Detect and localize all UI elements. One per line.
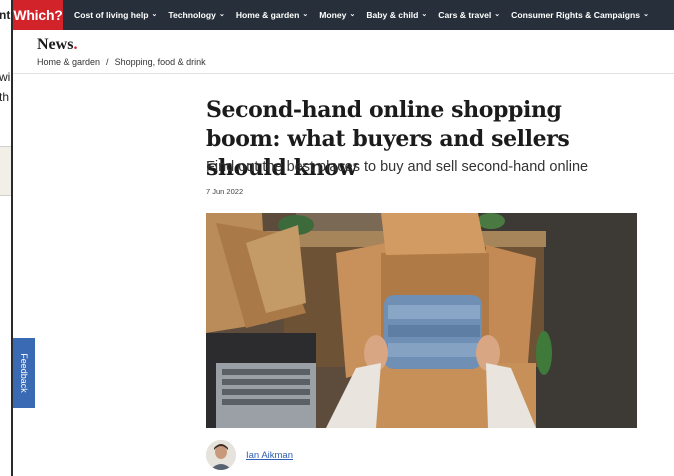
breadcrumb: Home & garden / Shopping, food & drink [37, 57, 206, 67]
nav-item-money[interactable]: Money ⌄ [319, 10, 355, 20]
chevron-down-icon: ⌄ [151, 11, 158, 18]
nav-item-baby-child[interactable]: Baby & child ⌄ [366, 10, 427, 20]
section-title-dot: . [73, 36, 78, 53]
author-avatar [206, 440, 236, 470]
feedback-label: Feedback [19, 353, 29, 393]
top-navigation: Which? Cost of living help ⌄ Technology ⌄ … [13, 0, 674, 30]
author-portrait [206, 440, 236, 470]
chevron-down-icon: ⌄ [349, 11, 356, 18]
breadcrumb-link-home-garden[interactable]: Home & garden [37, 57, 100, 67]
author-byline: Ian Aikman [206, 440, 293, 470]
chevron-down-icon: ⌄ [421, 11, 428, 18]
hero-photo-illustration [206, 213, 637, 428]
background-text-fragment: th [0, 90, 10, 104]
hero-image [206, 213, 637, 428]
background-window-edge: nt wi th [0, 0, 13, 476]
author-link[interactable]: Ian Aikman [246, 450, 293, 461]
browser-page: Which? Cost of living help ⌄ Technology ⌄ … [13, 0, 674, 476]
nav-item-cost-of-living[interactable]: Cost of living help ⌄ [74, 10, 157, 20]
header-divider [13, 73, 674, 74]
nav-item-label: Technology [168, 10, 216, 20]
nav-item-consumer-rights[interactable]: Consumer Rights & Campaigns ⌄ [511, 10, 649, 20]
article-standfirst: Find out the best places to buy and sell… [206, 159, 589, 175]
chevron-down-icon: ⌄ [494, 11, 501, 18]
nav-item-cars-travel[interactable]: Cars & travel ⌄ [438, 10, 500, 20]
chevron-down-icon: ⌄ [643, 11, 649, 18]
article-date: 7 Jun 2022 [206, 187, 244, 196]
chevron-down-icon: ⌄ [218, 11, 225, 18]
nav-item-label: Consumer Rights & Campaigns [511, 10, 641, 20]
breadcrumb-separator: / [106, 57, 109, 67]
nav-item-technology[interactable]: Technology ⌄ [168, 10, 224, 20]
which-logo[interactable]: Which? [13, 0, 63, 30]
nav-item-label: Cars & travel [438, 10, 492, 20]
nav-item-label: Cost of living help [74, 10, 149, 20]
section-title-text: News [37, 36, 74, 53]
background-text-fragment: wi [0, 70, 11, 84]
background-panel [0, 146, 11, 196]
feedback-tab[interactable]: Feedback [13, 338, 35, 408]
nav-item-home-garden[interactable]: Home & garden ⌄ [236, 10, 308, 20]
chevron-down-icon: ⌄ [302, 11, 309, 18]
breadcrumb-link-shopping[interactable]: Shopping, food & drink [115, 57, 206, 67]
nav-item-label: Home & garden [235, 10, 300, 20]
section-title[interactable]: News. [37, 36, 77, 54]
background-text-fragment: nt [0, 8, 11, 22]
nav-item-label: Money [319, 10, 347, 20]
nav-item-label: Baby & child [366, 10, 419, 20]
